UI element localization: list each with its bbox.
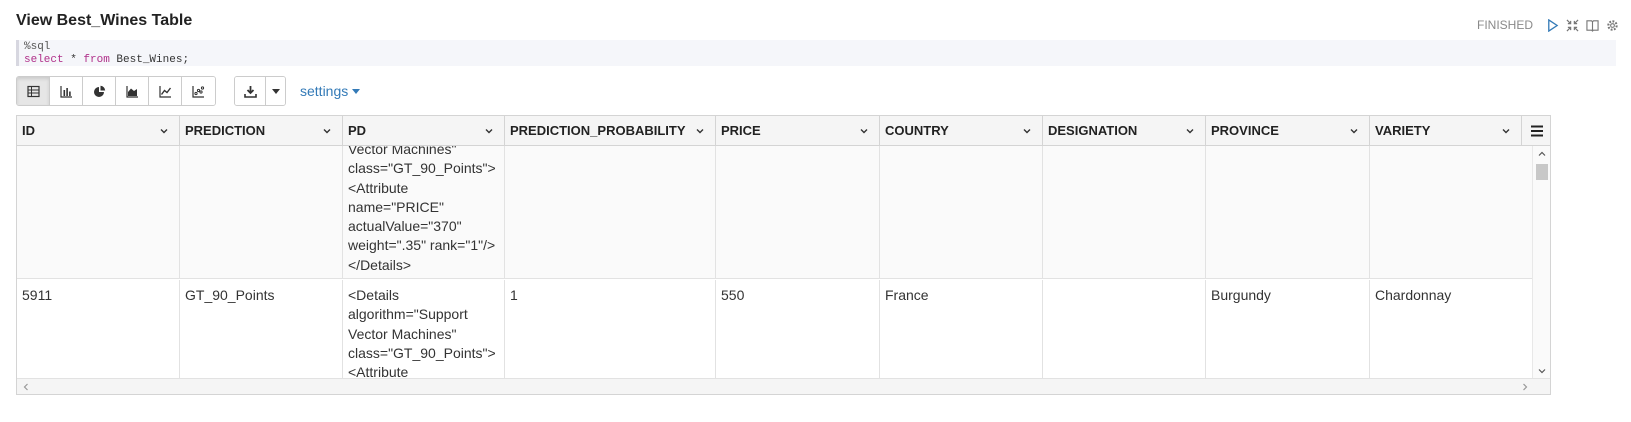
column-header-variety[interactable]: VARIETY <box>1370 116 1522 146</box>
column-header-designation[interactable]: DESIGNATION <box>1043 116 1206 146</box>
cell-prediction: GT_90_Points <box>180 280 343 379</box>
cell-price: 550 <box>716 280 880 379</box>
scatter-chart-button[interactable] <box>182 77 215 105</box>
cell-variety: Chardonnay <box>1375 287 1452 303</box>
column-header-prediction[interactable]: PREDICTION <box>180 116 343 146</box>
column-header-label: PROVINCE <box>1211 123 1279 138</box>
chevron-down-icon <box>271 88 280 94</box>
cell-province <box>1206 146 1370 278</box>
chevron-down-icon[interactable] <box>859 126 869 136</box>
chevron-down-icon[interactable] <box>159 126 169 136</box>
cell-prediction <box>180 146 343 278</box>
line-chart-button[interactable] <box>149 77 182 105</box>
column-header-price[interactable]: PRICE <box>716 116 880 146</box>
pie-chart-icon <box>93 85 105 97</box>
column-header-label: ID <box>22 123 35 138</box>
scroll-left-icon[interactable] <box>21 382 31 392</box>
column-header-province[interactable]: PROVINCE <box>1206 116 1370 146</box>
sql-keyword-select: select <box>24 54 64 66</box>
column-header-label: PRICE <box>721 123 761 138</box>
cell-designation <box>1043 146 1206 278</box>
cell-pd: <Details algorithm="Support Vector Machi… <box>343 280 505 379</box>
bar-chart-icon <box>59 85 72 98</box>
result-grid: ID PREDICTION PD PREDICTION_PROBABILITY … <box>16 115 1551 395</box>
result-toolbar: settings <box>16 76 361 106</box>
area-chart-button[interactable] <box>116 77 149 105</box>
paragraph-controls: FINISHED <box>1477 18 1619 32</box>
caret-down-icon <box>352 88 361 94</box>
editor-line-2: select * from Best_Wines; <box>24 54 1616 67</box>
line-chart-icon <box>158 85 171 98</box>
chevron-down-icon[interactable] <box>1185 126 1195 136</box>
visualization-buttons <box>16 76 216 106</box>
run-icon[interactable] <box>1545 18 1559 32</box>
collapse-icon[interactable] <box>1565 18 1579 32</box>
column-header-pd[interactable]: PD <box>343 116 505 146</box>
cell-id: 5911 <box>17 280 180 379</box>
table-icon <box>26 85 40 97</box>
column-header-prediction-probability[interactable]: PREDICTION_PROBABILITY <box>505 116 716 146</box>
cell-pd: Vector Machines" class="GT_90_Points"> <… <box>343 146 505 278</box>
chevron-down-icon[interactable] <box>322 126 332 136</box>
column-header-label: VARIETY <box>1375 123 1431 138</box>
grid-header: ID PREDICTION PD PREDICTION_PROBABILITY … <box>17 116 1550 146</box>
book-icon[interactable] <box>1585 18 1599 32</box>
chevron-down-icon[interactable] <box>484 126 494 136</box>
table-view-button[interactable] <box>17 77 50 105</box>
hamburger-menu-icon <box>1531 125 1543 137</box>
chevron-down-icon[interactable] <box>695 126 705 136</box>
settings-dropdown[interactable]: settings <box>300 83 361 99</box>
status-label: FINISHED <box>1476 18 1533 32</box>
code-editor[interactable]: %sql select * from Best_Wines; <box>16 40 1616 66</box>
download-options-button[interactable] <box>265 77 285 105</box>
download-buttons <box>234 76 286 106</box>
vertical-scrollbar[interactable] <box>1532 146 1550 379</box>
column-header-country[interactable]: COUNTRY <box>880 116 1043 146</box>
pie-chart-button[interactable] <box>83 77 116 105</box>
download-button[interactable] <box>235 77 265 105</box>
grid-menu-button[interactable] <box>1522 116 1550 146</box>
cell-price <box>716 146 880 278</box>
download-icon <box>243 85 257 98</box>
column-header-label: PD <box>348 123 367 138</box>
settings-label: settings <box>300 83 349 99</box>
column-header-id[interactable]: ID <box>17 116 180 146</box>
chevron-down-icon[interactable] <box>1501 126 1511 136</box>
scroll-up-icon[interactable] <box>1537 149 1547 159</box>
cell-prediction-probability: 1 <box>505 280 716 379</box>
scroll-down-icon[interactable] <box>1537 366 1547 376</box>
table-row: Vector Machines" class="GT_90_Points"> <… <box>17 146 1533 279</box>
chevron-down-icon[interactable] <box>1349 126 1359 136</box>
cell-designation <box>1043 280 1206 379</box>
gear-icon[interactable] <box>1605 18 1619 32</box>
cell-variety <box>1370 146 1533 278</box>
cell-province: Burgundy <box>1206 280 1370 379</box>
column-header-label: PREDICTION <box>185 123 266 138</box>
sql-table-name: Best_Wines; <box>109 54 190 66</box>
horizontal-scrollbar[interactable] <box>17 378 1550 394</box>
paragraph-title: View Best_Wines Table <box>16 12 193 29</box>
grid-body: Vector Machines" class="GT_90_Points"> <… <box>17 146 1533 379</box>
scrollbar-thumb[interactable] <box>1536 164 1548 180</box>
scatter-chart-icon <box>192 85 205 98</box>
cell-prediction-probability <box>505 146 716 278</box>
editor-line-1: %sql <box>24 41 51 53</box>
cell-pd-text: Vector Machines" class="GT_90_Points"> <… <box>348 146 496 273</box>
area-chart-icon <box>125 85 138 98</box>
sql-keyword-from: from <box>83 54 110 66</box>
bar-chart-button[interactable] <box>50 77 83 105</box>
cell-country: France <box>880 280 1043 379</box>
scroll-right-icon[interactable] <box>1520 382 1530 392</box>
cell-id <box>17 146 180 278</box>
column-header-label: PREDICTION_PROBABILITY <box>510 123 686 138</box>
column-header-label: DESIGNATION <box>1048 123 1138 138</box>
sql-star: * <box>63 54 84 66</box>
cell-country <box>880 146 1043 278</box>
table-row: 5911 GT_90_Points <Details algorithm="Su… <box>17 280 1533 379</box>
column-header-label: COUNTRY <box>885 123 949 138</box>
chevron-down-icon[interactable] <box>1022 126 1032 136</box>
